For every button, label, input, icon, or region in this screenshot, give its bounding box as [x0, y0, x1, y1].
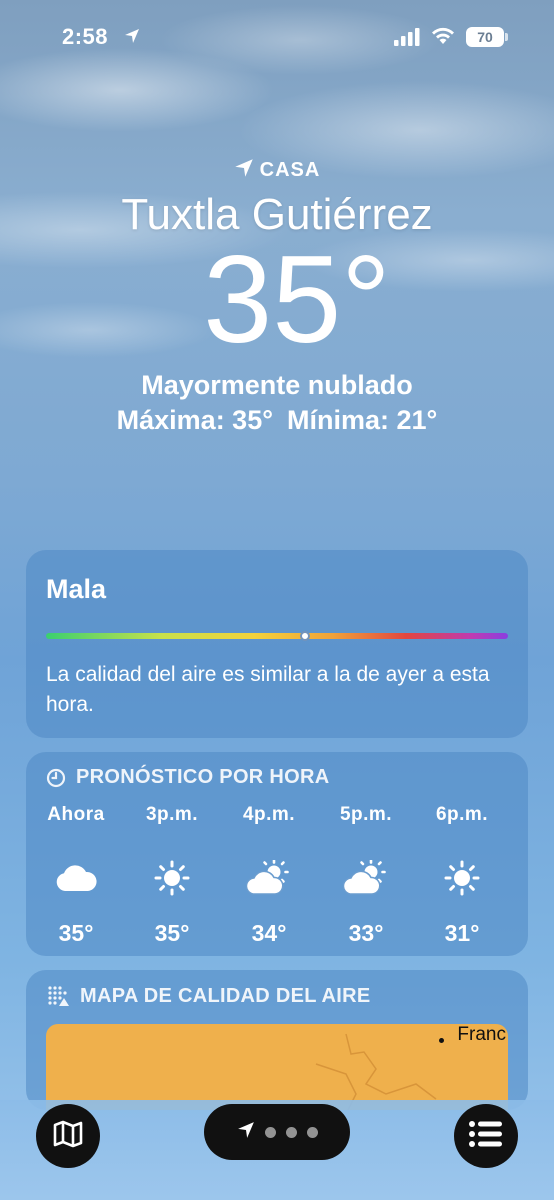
partly-sunny-icon	[326, 848, 406, 908]
current-temperature: 35°	[203, 231, 391, 369]
signal-icon	[394, 28, 420, 51]
hour-label: 3p.m.	[145, 804, 199, 825]
hour-temperature: 35°	[58, 920, 94, 946]
weather-condition: Mayormente nublado	[141, 370, 413, 400]
city-list-button[interactable]	[454, 1104, 518, 1168]
status-time: 2:58	[62, 24, 109, 49]
hour-item: 3p.m. 35°	[132, 804, 212, 947]
hour-item: Ahora 35°	[36, 804, 116, 947]
clock-icon	[46, 768, 66, 788]
page-indicator[interactable]	[204, 1104, 350, 1160]
hourly-forecast-card[interactable]: PRONÓSTICO POR HORA Ahora 35° 3p.m. 35° …	[26, 752, 528, 956]
hour-label: 6p.m.	[435, 804, 489, 825]
map-place-label: Franc	[457, 1024, 506, 1045]
hour-temperature: 33°	[348, 920, 384, 946]
list-icon	[468, 1119, 504, 1154]
home-location-label: CASA	[0, 158, 554, 184]
hour-item: 5p.m. 33°	[326, 804, 406, 947]
location-arrow-icon	[124, 28, 140, 49]
home-label-text: CASA	[259, 159, 321, 181]
hourly-forecast-header: PRONÓSTICO POR HORA	[46, 766, 330, 789]
high-temperature: Máxima: 35°	[116, 405, 274, 435]
wifi-icon	[430, 26, 456, 51]
page-dot[interactable]	[306, 1126, 318, 1138]
air-map-header: MAPA DE CALIDAD DEL AIRE	[46, 984, 371, 1008]
status-bar: 2:58 70	[0, 0, 554, 74]
hour-temperature: 34°	[251, 920, 287, 946]
air-quality-dots-icon	[46, 984, 70, 1008]
low-temperature: Mínima: 21°	[287, 405, 438, 435]
map-icon	[51, 1117, 85, 1156]
hour-temperature: 35°	[154, 920, 190, 946]
battery-indicator: 70	[466, 27, 508, 47]
hour-item: 4p.m. 34°	[229, 804, 309, 947]
air-quality-card[interactable]: Mala La calidad del aire es similar a la…	[26, 550, 528, 738]
hour-label: Ahora	[47, 804, 105, 825]
cloud-icon	[36, 848, 116, 908]
sun-icon	[132, 848, 212, 908]
navigation-arrow-icon	[234, 158, 254, 184]
hour-temperature: 31°	[444, 920, 480, 946]
hour-label: 5p.m.	[339, 804, 393, 825]
current-location-icon	[237, 1121, 255, 1144]
hour-label: 4p.m.	[242, 804, 296, 825]
air-quality-map-card[interactable]: MAPA DE CALIDAD DEL AIRE Franc	[26, 970, 528, 1110]
air-quality-level: Mala	[46, 574, 107, 604]
high-low: Máxima: 35° Mínima: 21°	[0, 405, 554, 436]
air-quality-map[interactable]: Franc	[46, 1024, 508, 1110]
air-quality-description: La calidad del aire es similar a la de a…	[46, 663, 490, 716]
map-button[interactable]	[36, 1104, 100, 1168]
hour-item: 6p.m. 31°	[422, 804, 502, 947]
partly-sunny-icon	[229, 848, 309, 908]
air-quality-scale	[46, 633, 508, 639]
hourly-forecast-title: PRONÓSTICO POR HORA	[76, 766, 330, 788]
map-location-pin	[439, 1038, 444, 1043]
page-dot[interactable]	[264, 1126, 276, 1138]
air-quality-indicator	[299, 631, 310, 641]
air-map-title: MAPA DE CALIDAD DEL AIRE	[80, 984, 371, 1007]
sun-icon	[422, 848, 502, 908]
page-dot[interactable]	[285, 1126, 297, 1138]
